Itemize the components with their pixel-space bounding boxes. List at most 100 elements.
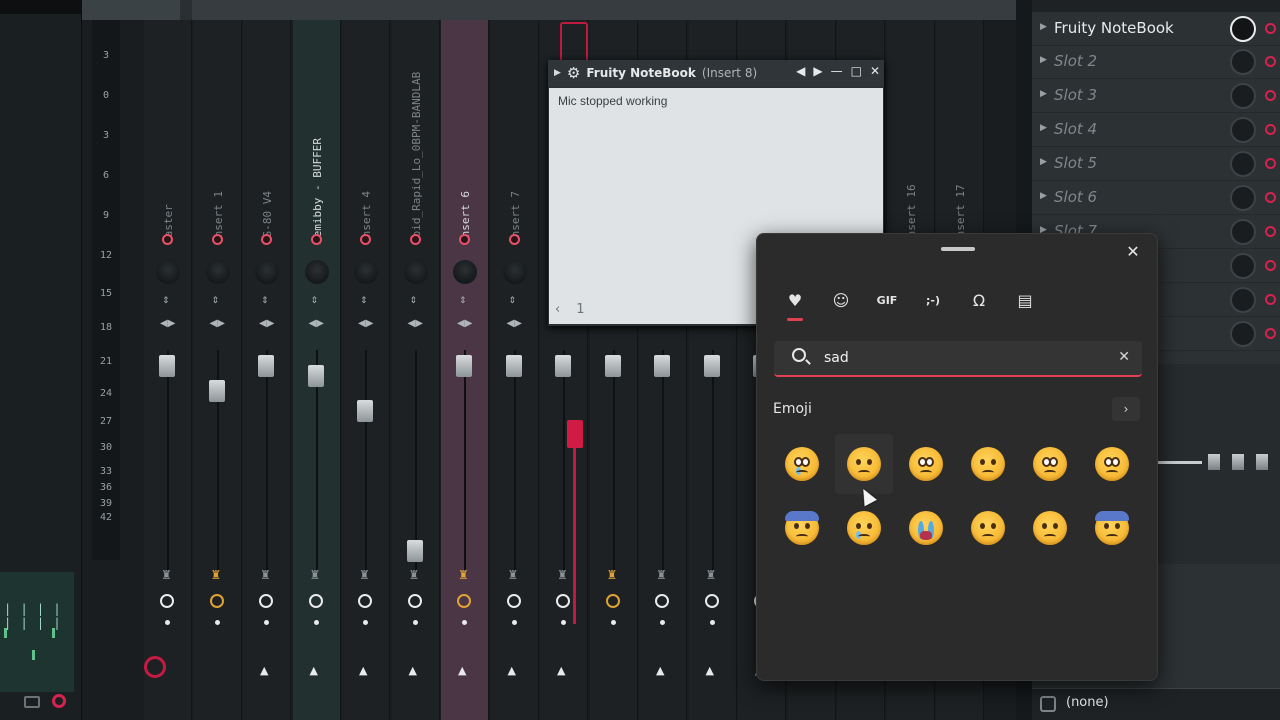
gear-icon[interactable]: ⚙ [567,64,580,82]
swap-icon[interactable]: ◀▶ [259,318,274,329]
arm-icon[interactable]: ♜ [211,568,222,582]
mixer-strip[interactable]: Insert 7 ⇕ ◀▶ ♜ ▲ [490,20,539,720]
arm-icon[interactable]: ♜ [458,568,469,582]
mixer-strip-enable-led[interactable] [360,234,371,245]
rack-slot[interactable]: ▶ Slot 4 [1032,114,1280,147]
slot-enable-led[interactable] [1265,158,1276,169]
slot-enable-led[interactable] [1265,56,1276,67]
swap-icon[interactable]: ◀▶ [210,318,225,329]
volume-fader[interactable] [456,355,472,377]
route-dot[interactable] [660,620,665,625]
route-dot[interactable] [709,620,715,625]
cold-sweat-face-emoji[interactable] [773,498,831,558]
slot-mix-knob[interactable] [1230,117,1256,143]
rack-slot[interactable]: ▶ Slot 3 [1032,80,1280,113]
route-icon[interactable] [1040,696,1056,712]
swap-icon[interactable]: ◀▶ [358,318,373,329]
pan-knob[interactable] [453,260,477,284]
route-up-icon[interactable]: ▲ [458,664,466,677]
swap-icon[interactable]: ◀▶ [309,318,324,329]
route-up-icon[interactable]: ▲ [409,664,417,677]
minimize-icon[interactable]: — [831,64,843,78]
latency-icon[interactable] [259,594,273,608]
route-up-icon[interactable]: ▲ [706,664,714,677]
notebook-text[interactable]: Mic stopped working [558,94,667,108]
rack-slot[interactable]: ▶ Fruity NoteBook [1032,13,1280,46]
tab-kaomoji-icon[interactable]: ;-) [919,286,947,314]
volume-fader[interactable] [357,400,373,422]
latency-icon[interactable] [160,594,174,608]
route-dot[interactable] [165,620,170,625]
folder-icon[interactable] [24,696,40,708]
stereo-arrows-icon[interactable]: ⇕ [261,296,269,306]
stereo-arrows-icon[interactable]: ⇕ [410,296,418,306]
mixer-strip-enable-led[interactable] [459,234,470,245]
slot-enable-led[interactable] [1265,124,1276,135]
pan-knob[interactable] [156,260,180,284]
slot-mix-knob[interactable] [1230,16,1256,42]
slot-enable-led[interactable] [1265,90,1276,101]
tab-gif-icon[interactable]: GIF [873,286,901,314]
route-dot[interactable] [363,620,368,625]
route-dot[interactable] [610,620,616,625]
worried-face-emoji[interactable] [897,434,955,494]
stereo-arrows-icon[interactable]: ⇕ [311,296,319,306]
close-icon[interactable]: ✕ [870,64,880,78]
slot-enable-led[interactable] [1265,328,1276,339]
mixer-strip-enable-led[interactable] [508,234,520,245]
rack-fader-1[interactable] [1208,454,1220,470]
slot-mix-knob[interactable] [1230,219,1256,245]
latency-icon[interactable] [308,594,323,608]
volume-fader[interactable] [159,355,175,377]
route-up-icon[interactable]: ▲ [508,664,516,677]
volume-fader[interactable] [406,540,423,562]
mixer-strip[interactable]: CS-80 V4 ⇕ ◀▶ ♜ ▲ [243,20,291,720]
stereo-arrows-icon[interactable]: ⇕ [162,296,170,306]
clear-search-button[interactable]: ✕ [1118,349,1130,365]
disappointed-face-emoji[interactable] [1021,498,1079,558]
route-up-icon[interactable]: ▲ [359,664,367,677]
pensive-face-emoji[interactable] [835,434,893,494]
slot-expand-arrow-icon[interactable]: ▶ [1040,157,1047,167]
pleading-face-emoji[interactable] [1021,434,1079,494]
emoji-search-input[interactable] [824,347,1104,369]
slot-enable-led[interactable] [1265,192,1276,203]
stereo-arrows-icon[interactable]: ⇕ [360,296,368,306]
downcast-sweat-face-emoji[interactable] [1083,498,1141,558]
see-more-button[interactable]: › [1112,397,1140,421]
next-preset-icon[interactable]: ▶ [813,64,822,78]
latency-icon[interactable] [506,594,521,608]
rack-slot[interactable]: ▶ Slot 2 [1032,46,1280,79]
pan-knob[interactable] [304,260,329,284]
route-dot[interactable] [412,620,418,625]
volume-fader[interactable] [208,380,225,402]
pleading-face-2-emoji[interactable] [1083,434,1141,494]
mixer-strip-enable-led[interactable] [211,234,223,245]
slot-expand-arrow-icon[interactable]: ▶ [1040,123,1047,133]
route-dot[interactable] [561,620,566,625]
route-up-icon[interactable]: ▲ [310,664,318,677]
route-dot[interactable] [214,620,220,625]
mixer-strip[interactable]: Zoid_Rapid_Lo_0BPM-BANDLAB ⇕ ◀▶ ♜ ▲ [391,20,440,720]
mixer-strip[interactable]: Demibby - BUFFER ⇕ ◀▶ ♜ ▲ [292,20,341,720]
slot-expand-arrow-icon[interactable]: ▶ [1040,22,1047,32]
rack-slot[interactable]: ▶ Slot 6 [1032,182,1280,215]
slot-enable-led[interactable] [1265,294,1276,305]
mixer-strip[interactable]: Master ⇕ ◀▶ ♜ [144,20,192,720]
slot-mix-knob[interactable] [1230,287,1256,313]
arm-icon[interactable]: ♜ [310,568,321,582]
arm-icon[interactable]: ♜ [161,568,172,582]
swap-icon[interactable]: ◀▶ [507,318,522,329]
latency-icon[interactable] [556,594,570,608]
mixer-strip[interactable]: Insert 1 ⇕ ◀▶ ♜ [193,20,242,720]
arm-icon[interactable]: ♜ [359,568,370,582]
slot-expand-arrow-icon[interactable]: ▶ [1040,55,1047,65]
pan-knob[interactable] [255,260,279,284]
route-dot[interactable] [462,620,467,625]
slot-enable-led[interactable] [1265,260,1276,271]
route-dot[interactable] [313,620,319,625]
slot-enable-led[interactable] [1265,226,1276,237]
stereo-arrows-icon[interactable]: ⇕ [509,296,517,306]
latency-icon[interactable] [209,594,224,608]
latency-icon[interactable] [704,594,719,608]
